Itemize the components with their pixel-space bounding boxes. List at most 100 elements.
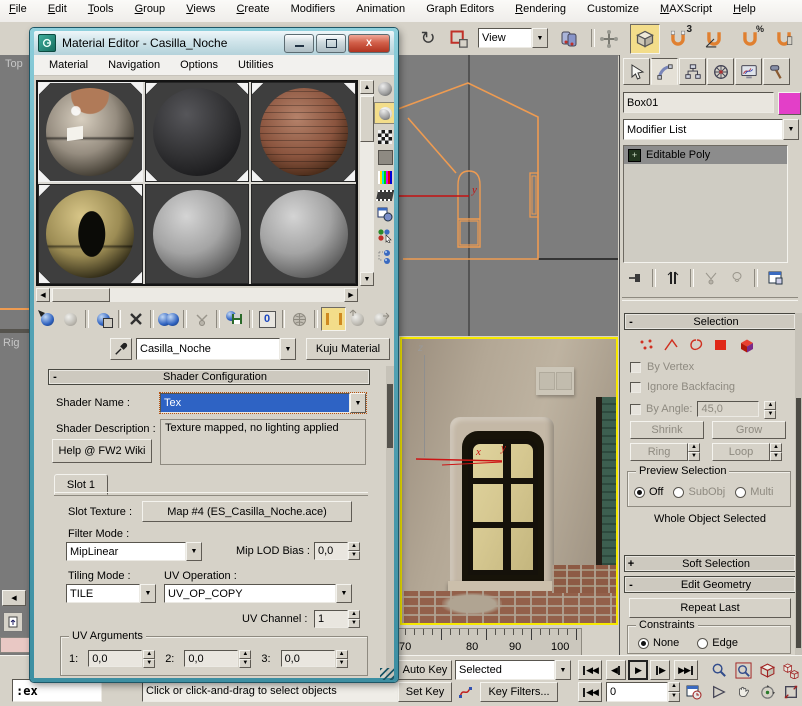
shader-configuration-rollout-header[interactable]: -Shader Configuration [48,369,370,385]
shader-name-dropdown[interactable]: Tex ▼ [160,393,366,413]
track-bar[interactable]: 70 80 90 100 [395,628,582,657]
background-icon[interactable] [378,130,392,144]
put-to-library-button[interactable] [223,308,246,330]
put-material-to-scene-button[interactable] [59,308,82,330]
menu-graph-editors[interactable]: Graph Editors [417,0,503,18]
assign-material-to-selection-button[interactable] [92,308,115,330]
sample-slot-4[interactable] [38,184,143,284]
select-and-rotate-button[interactable]: ↻ [415,25,441,51]
uv-channel-spinner[interactable]: ▲▼ [348,610,360,628]
soft-selection-rollout-header[interactable]: +Soft Selection [624,555,796,572]
menu-material[interactable]: Material [40,56,97,74]
zoom-all-icon[interactable] [732,660,754,680]
uv-arg-3-field[interactable]: 0,0 [281,650,335,667]
vertex-subobject-icon[interactable] [638,338,654,352]
show-end-result-stack-button[interactable] [661,267,685,289]
arc-rotate-icon[interactable] [756,682,778,702]
make-material-copy-button[interactable] [157,308,180,330]
select-and-scale-button[interactable] [446,26,472,52]
left-viewport-strip[interactable]: Top Rig ◀ [0,55,31,655]
vscroll-thumb[interactable] [360,96,374,142]
maxscript-listener-icon[interactable] [3,612,23,632]
close-button[interactable]: X [348,34,390,53]
reset-map-button[interactable] [124,308,147,330]
current-frame-field[interactable]: 0 [606,682,668,702]
preview-subobj-radio[interactable] [673,487,684,498]
show-map-in-viewport-button[interactable] [288,308,311,330]
tab-motion[interactable] [707,58,734,85]
video-color-check-icon[interactable] [378,171,392,184]
by-angle-spinner[interactable]: ▲▼ [764,401,776,417]
pin-stack-button[interactable] [623,267,647,289]
spinner-snap-toggle-button[interactable] [770,25,798,53]
sample-slot-5[interactable] [145,184,250,284]
menu-customize[interactable]: Customize [578,0,648,18]
sample-type-icon[interactable] [378,82,392,96]
constraint-none-radio[interactable] [638,638,649,649]
sample-slot-6[interactable] [251,184,356,284]
material-options-icon[interactable] [377,207,393,222]
uv-operation-dropdown[interactable]: UV_OP_COPY ▼ [164,584,352,603]
go-to-parent-button[interactable] [346,308,369,330]
material-map-navigator-icon[interactable] [377,249,393,265]
maximize-viewport-icon[interactable] [780,682,802,702]
preview-off-radio[interactable] [634,487,645,498]
filter-mode-dropdown[interactable]: MipLinear ▼ [66,542,202,561]
menu-file[interactable]: File [0,0,36,18]
uv-arg-2-spinner[interactable]: ▲▼ [239,650,251,667]
next-frame-button[interactable]: ▶ [650,660,670,680]
menu-tools[interactable]: Tools [79,0,123,18]
tab-display[interactable] [735,58,762,85]
snap-toggle-3d-button[interactable]: 3 [664,25,692,53]
get-material-button[interactable] [36,308,59,330]
time-configuration-button[interactable] [684,682,704,702]
object-name-field[interactable]: Box01 [623,92,774,113]
viewport-divider[interactable] [0,329,30,333]
chevron-down-icon[interactable]: ▼ [532,28,548,48]
element-subobject-icon[interactable] [738,338,756,353]
percent-snap-toggle-button[interactable]: % [736,25,764,53]
configure-modifier-sets-button[interactable] [763,267,787,289]
make-unique-button[interactable] [699,267,723,289]
menu-options[interactable]: Options [171,56,227,74]
angle-snap-toggle-button[interactable] [700,25,728,53]
scroll-down-button[interactable]: ▼ [360,272,374,286]
shrink-button[interactable]: Shrink [630,421,704,439]
menu-navigation[interactable]: Navigation [99,56,169,74]
hscroll-thumb[interactable] [52,288,110,302]
material-type-button[interactable]: Kuju Material [306,338,390,360]
menu-modifiers[interactable]: Modifiers [282,0,345,18]
zoom-extents-all-icon[interactable] [780,660,802,680]
play-button[interactable]: ▶ [628,660,648,680]
remove-modifier-button[interactable] [725,267,749,289]
set-key-button[interactable]: Set Key [398,682,452,702]
tab-modify[interactable] [651,58,678,85]
material-id-channel-button[interactable]: 0 [256,308,279,330]
field-of-view-icon[interactable] [708,682,730,702]
params-scrollbar-track[interactable] [386,366,394,678]
selection-set-dropdown[interactable]: Selected▼ [455,660,571,680]
pick-material-from-object-button[interactable] [110,338,132,360]
chevron-down-icon[interactable]: ▼ [280,338,296,360]
chevron-down-icon[interactable]: ▼ [140,584,156,603]
pan-hand-icon[interactable] [732,682,754,702]
panel-scrollbar-thumb[interactable] [796,398,801,648]
by-angle-field[interactable]: 45,0 [697,401,759,417]
menu-help[interactable]: Help [724,0,765,18]
key-filters-button[interactable]: Key Filters... [480,682,558,702]
show-end-result-button[interactable] [321,307,346,331]
menu-create[interactable]: Create [227,0,278,18]
reference-coordinate-system-dropdown[interactable]: View▼ [478,28,548,48]
select-and-manipulate-button[interactable] [596,26,622,52]
object-color-swatch[interactable] [778,92,801,115]
menu-animation[interactable]: Animation [347,0,414,18]
chevron-down-icon[interactable]: ▼ [186,542,202,561]
tab-hierarchy[interactable] [679,58,706,85]
edge-subobject-icon[interactable] [663,338,679,352]
sample-slot-3[interactable] [251,82,356,182]
menu-group[interactable]: Group [126,0,175,18]
ring-spinner[interactable]: ▲▼ [688,443,700,461]
edit-geometry-rollout-header[interactable]: -Edit Geometry [624,576,796,593]
slot-texture-map-button[interactable]: Map #4 (ES_Casilla_Noche.ace) [142,501,352,522]
chevron-down-icon[interactable]: ▼ [336,584,352,603]
